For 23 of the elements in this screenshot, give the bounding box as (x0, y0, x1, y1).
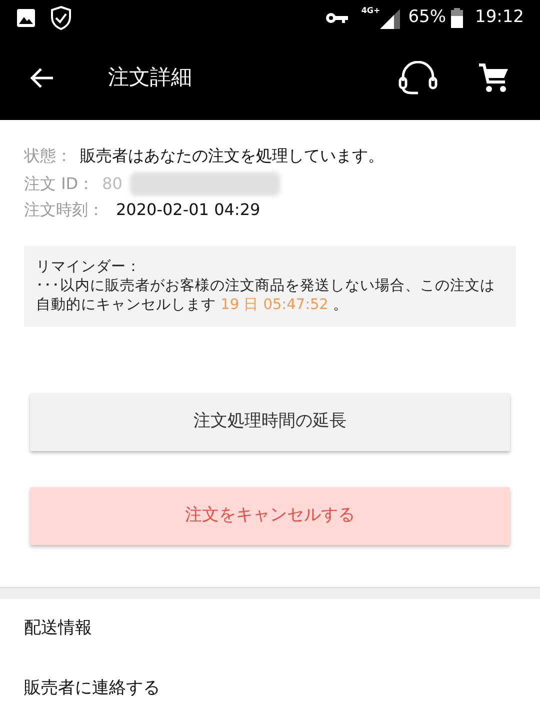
order-time-value: 2020-02-01 04:29 (116, 199, 260, 221)
menu-item[interactable]: 販売者に連絡する (0, 659, 540, 719)
reminder-title: リマインダー： (36, 258, 142, 277)
signal-icon (380, 7, 400, 29)
battery-icon (451, 8, 463, 28)
status-value: 販売者はあなたの注文を処理しています。 (80, 145, 384, 167)
network-label: 4G+ (361, 7, 380, 15)
order-id-label: 注文 ID： (24, 173, 94, 195)
battery-percent: 65% (408, 6, 446, 30)
menu-item[interactable]: 配送情報 (0, 599, 540, 659)
status-label: 状態： (24, 145, 72, 167)
headset-icon (398, 61, 438, 95)
key-icon (325, 11, 350, 25)
reminder-message: ･･･以内に販売者がお客様の注文商品を発送しない場合、この注文は自動的にキャンセルします 19 日 05:47:52 。 (36, 277, 496, 315)
order-id-value: 80 (102, 173, 122, 195)
clock: 19:12 (475, 6, 524, 30)
shield-check-icon (50, 5, 72, 31)
back-arrow-icon (29, 66, 55, 90)
image-icon (16, 8, 36, 28)
order-time-label: 注文時刻： (24, 199, 104, 221)
cart-icon (478, 62, 510, 94)
page-title: 注文詳細 (108, 64, 192, 92)
extend-time-button[interactable]: 注文処理時間の延長 (30, 393, 510, 451)
